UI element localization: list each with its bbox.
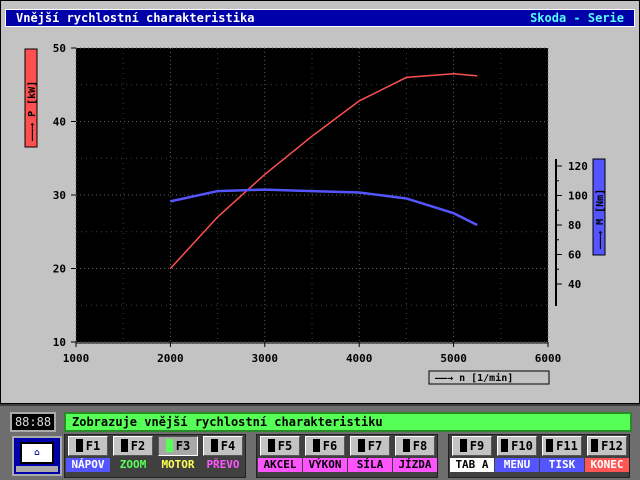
fkey-label: SÍLA xyxy=(348,458,392,472)
fkey-label: JÍZDA xyxy=(393,458,437,472)
fkey-cap[interactable]: F8 xyxy=(395,436,435,456)
fkey-cap[interactable]: F5 xyxy=(260,436,300,456)
fkey-led-indicator xyxy=(459,439,467,452)
fkey-label: VÝKON xyxy=(303,458,347,472)
fkey-cap[interactable]: F7 xyxy=(350,436,390,456)
fkey-led-indicator xyxy=(210,439,218,452)
y-right-tick-label: 80 xyxy=(568,219,581,232)
fkey-cap[interactable]: F6 xyxy=(305,436,345,456)
y-left-label-text: ——→ P [kW] xyxy=(27,81,38,141)
y-left-tick-label: 20 xyxy=(53,263,66,276)
fkey-cap[interactable]: F10 xyxy=(497,436,537,456)
power-torque-chart: 1000 2000 3000 4000 5000 6000 10 20 30 40 50 40 60 80… xyxy=(24,42,606,385)
fkey-led-indicator xyxy=(357,439,365,452)
fkey-label: TAB A xyxy=(450,458,494,472)
fkey-label: MENU xyxy=(495,458,539,472)
x-tick-label: 6000 xyxy=(535,352,562,365)
y-left-tick-label: 10 xyxy=(53,336,66,349)
fkey-f9-button[interactable]: F9 TAB A xyxy=(450,434,494,474)
y-left-tick-label: 40 xyxy=(53,116,66,129)
fkey-key-name: F2 xyxy=(130,439,146,453)
fkey-label: MOTOR xyxy=(156,458,200,472)
fkey-key-name: F11 xyxy=(556,439,578,453)
fkey-cap[interactable]: F9 xyxy=(452,436,492,456)
fkey-cap[interactable]: F1 xyxy=(68,436,108,456)
fkey-label: AKCEL xyxy=(258,458,302,472)
y-left-label: ——→ P [kW] xyxy=(24,48,38,148)
fkey-label: PŘEVO xyxy=(201,458,245,472)
y-right-label-text: ——→ M [Nm] xyxy=(595,189,606,249)
x-label-text: ——→ n [1/min] xyxy=(435,372,513,384)
fkey-key-name: F8 xyxy=(412,439,428,453)
fkey-led-indicator xyxy=(546,439,554,452)
fkey-cap[interactable]: F12 xyxy=(587,436,627,456)
x-tick-label: 4000 xyxy=(346,352,373,365)
y-left-tick-label: 30 xyxy=(53,189,66,202)
fkey-f2-button[interactable]: F2 ZOOM xyxy=(111,434,155,474)
fkey-key-name: F3 xyxy=(175,439,191,453)
fkey-label: KONEC xyxy=(585,458,629,472)
y-right-tick-label: 60 xyxy=(568,249,581,262)
fkey-key-name: F7 xyxy=(367,439,383,453)
fkey-cap[interactable]: F2 xyxy=(113,436,153,456)
x-tick-label: 1000 xyxy=(63,352,90,365)
fkey-key-name: F5 xyxy=(277,439,293,453)
fkey-label: TISK xyxy=(540,458,584,472)
fkey-f12-button[interactable]: F12 KONEC xyxy=(585,434,629,474)
fkey-key-name: F9 xyxy=(469,439,485,453)
x-label: ——→ n [1/min] xyxy=(428,370,550,385)
status-panel: 88:88 Zobrazuje vnější rychlostní charak… xyxy=(0,404,640,480)
y-right-tick-label: 40 xyxy=(568,278,581,291)
fkey-led-indicator xyxy=(267,439,275,452)
fkey-led-indicator xyxy=(402,439,410,452)
fkey-f4-button[interactable]: F4 PŘEVO xyxy=(201,434,245,474)
fkey-f11-button[interactable]: F11 TISK xyxy=(540,434,584,474)
fkey-f3-button[interactable]: F3 MOTOR xyxy=(156,434,200,474)
fkey-led-indicator xyxy=(501,439,509,452)
fkey-led-indicator xyxy=(75,439,83,452)
fkey-f8-button[interactable]: F8 JÍZDA xyxy=(393,434,437,474)
x-tick-label: 3000 xyxy=(252,352,279,365)
fkey-led-indicator xyxy=(591,439,599,452)
fkey-f1-button[interactable]: F1 NÁPOV xyxy=(66,434,110,474)
fkey-f10-button[interactable]: F10 MENU xyxy=(495,434,539,474)
fkey-key-name: F6 xyxy=(322,439,338,453)
fkey-cap[interactable]: F4 xyxy=(203,436,243,456)
main-window: Vnější rychlostní charakteristika Skoda … xyxy=(0,0,640,404)
fkey-led-indicator xyxy=(120,439,128,452)
y-right-label: ——→ M [Nm] xyxy=(592,158,606,256)
fkey-led-indicator xyxy=(165,439,173,452)
fkey-led-indicator xyxy=(312,439,320,452)
fkey-cap[interactable]: F11 xyxy=(542,436,582,456)
fkey-f6-button[interactable]: F6 VÝKON xyxy=(303,434,347,474)
fkey-f5-button[interactable]: F5 AKCEL xyxy=(258,434,302,474)
x-tick-label: 2000 xyxy=(157,352,184,365)
fkey-f7-button[interactable]: F7 SÍLA xyxy=(348,434,392,474)
fkey-key-name: F12 xyxy=(601,439,623,453)
fkey-key-name: F10 xyxy=(511,439,533,453)
fkey-cap[interactable]: F3 xyxy=(158,436,198,456)
fkey-label: ZOOM xyxy=(111,458,155,472)
fkey-key-name: F1 xyxy=(85,439,101,453)
fkey-key-name: F4 xyxy=(220,439,236,453)
y-left-tick-label: 50 xyxy=(53,42,66,55)
fkey-label: NÁPOV xyxy=(66,458,110,472)
y-right-tick-label: 100 xyxy=(568,190,588,203)
y-right-tick-label: 120 xyxy=(568,160,588,173)
x-tick-label: 5000 xyxy=(440,352,467,365)
